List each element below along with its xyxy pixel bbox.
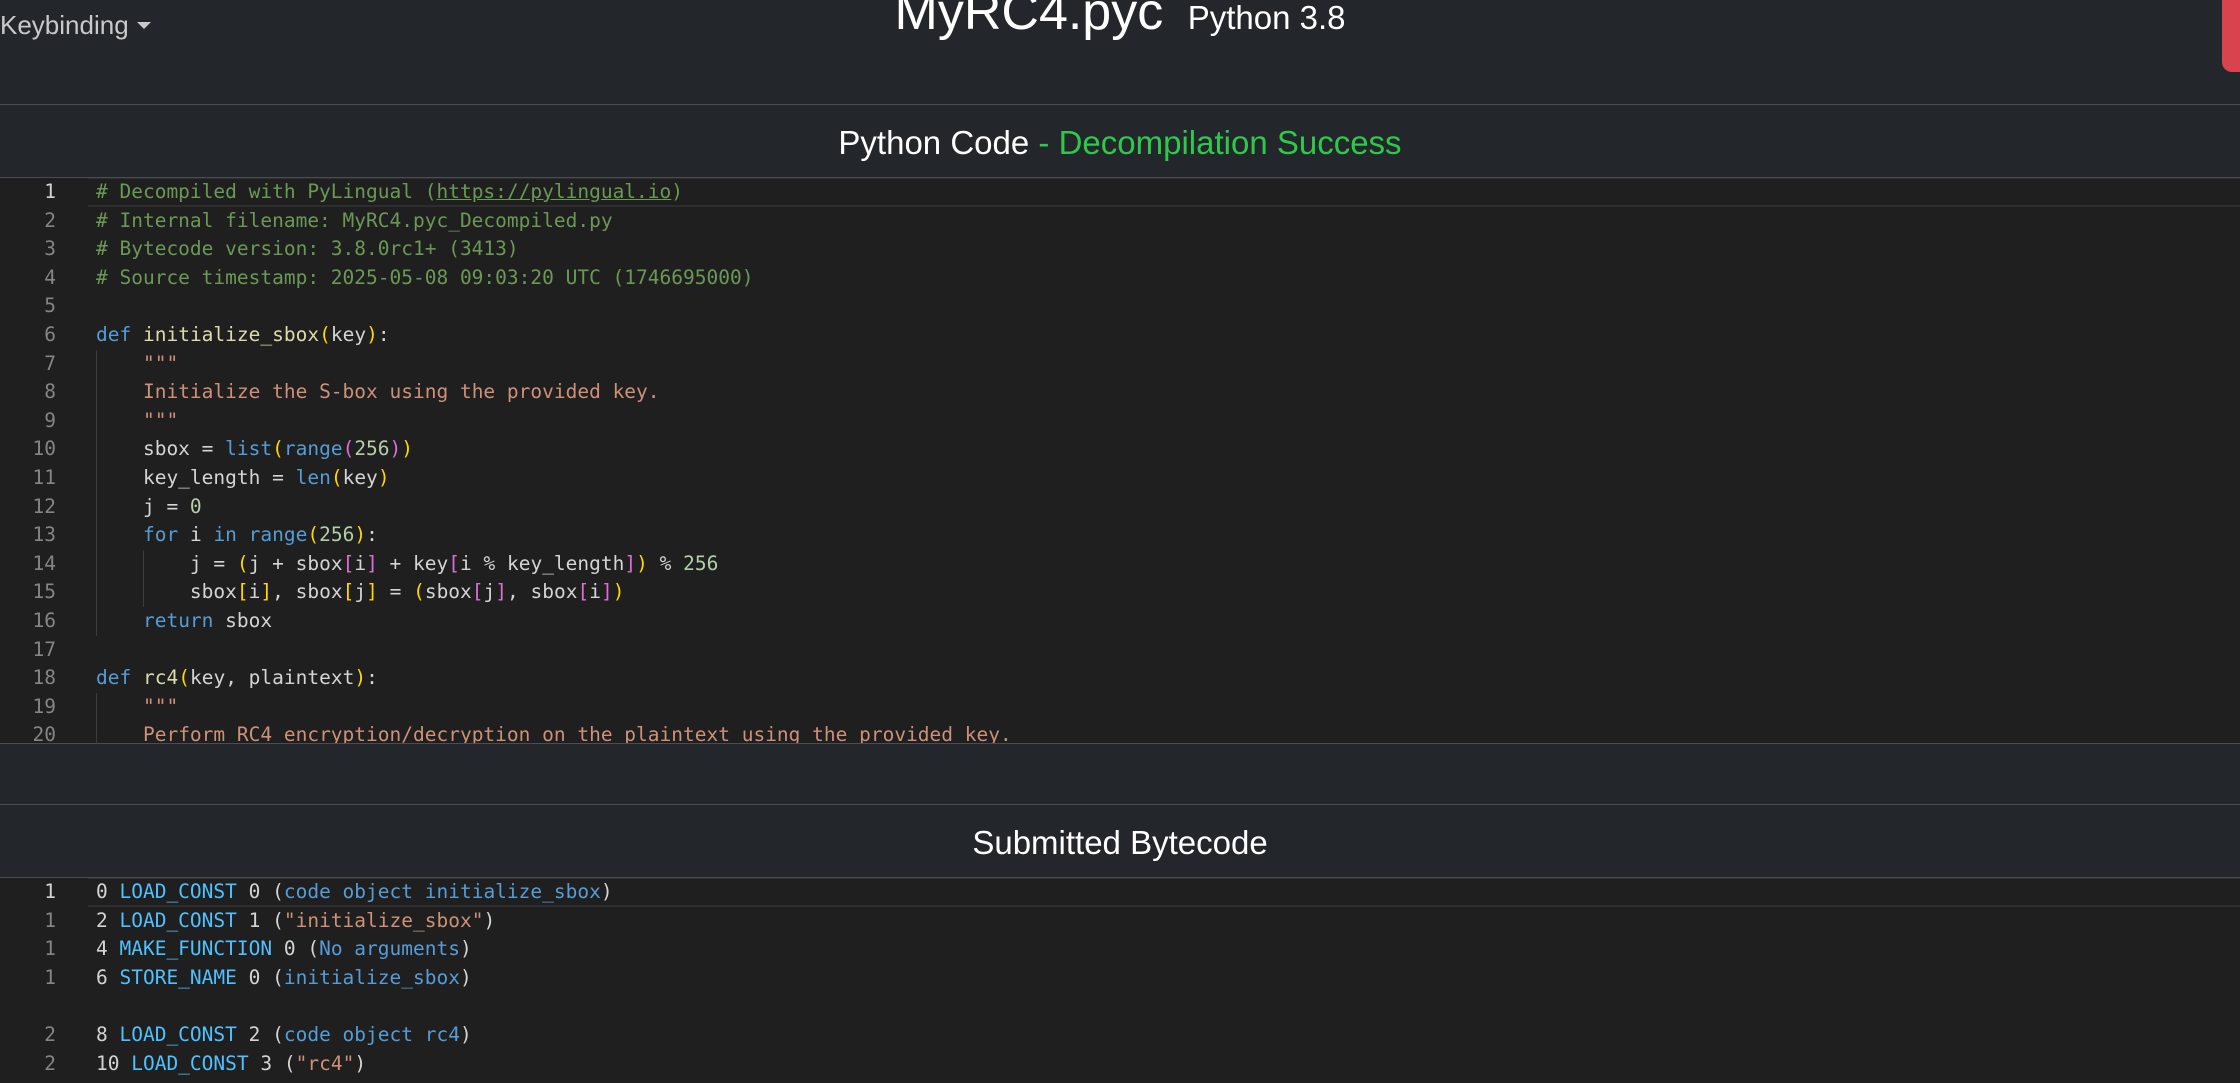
code-line: 15 sbox[i], sbox[j] = (sbox[j], sbox[i]) xyxy=(0,578,2240,607)
code-text: """ xyxy=(142,408,179,432)
code-text: Perform RC4 encryption/decryption on the… xyxy=(142,723,1012,743)
line-number: 1 xyxy=(44,908,56,932)
code-line: 3 # Bytecode version: 3.8.0rc1+ (3413) xyxy=(0,235,2240,264)
python-version: Python 3.8 xyxy=(1187,0,1346,36)
python-code-title: Python Code xyxy=(838,124,1030,161)
code-line: 1 6 STORE_NAME 0 (initialize_sbox) xyxy=(0,964,2240,993)
file-title: MyRC4.pyc xyxy=(894,0,1164,41)
code-line: 12 j = 0 xyxy=(0,492,2240,522)
divider xyxy=(0,804,2240,805)
code-text: j = (j + sbox[i] + key[i % key_length]) … xyxy=(96,551,719,575)
line-number: 17 xyxy=(32,637,56,661)
code-text: 10 LOAD_CONST 3 ("rc4") xyxy=(96,1051,367,1075)
code-text: sbox[i], sbox[j] = (sbox[j], sbox[i]) xyxy=(96,580,625,604)
code-line: 7 """ xyxy=(0,349,2240,379)
code-text: # Bytecode version: 3.8.0rc1+ (3413) xyxy=(96,237,519,261)
line-number: 1 xyxy=(44,880,56,903)
code-line: 10 sbox = list(range(256)) xyxy=(0,435,2240,464)
line-number: 1 xyxy=(44,965,56,989)
code-line: 20 Perform RC4 encryption/decryption on … xyxy=(0,721,2240,743)
line-number: 2 xyxy=(44,1022,56,1046)
code-text: def initialize_sbox(key): xyxy=(96,322,390,346)
code-text: 8 LOAD_CONST 2 (code object rc4) xyxy=(96,1022,472,1046)
feedback-tab[interactable] xyxy=(2222,0,2240,72)
code-line: 17 xyxy=(0,636,2240,665)
line-number: 14 xyxy=(32,551,56,575)
code-line: 9 """ xyxy=(0,406,2240,436)
code-line: 1 # Decompiled with PyLingual (https://py… xyxy=(0,178,2240,207)
code-text: 4 MAKE_FUNCTION 0 (No arguments) xyxy=(96,937,472,961)
code-line: 16 return sbox xyxy=(0,606,2240,636)
code-text: for i in range(256): xyxy=(142,523,378,547)
code-line: 4 # Source timestamp: 2025-05-08 09:03:20… xyxy=(0,264,2240,293)
code-text: def rc4(key, plaintext): xyxy=(96,666,378,690)
bytecode-title: Submitted Bytecode xyxy=(972,824,1268,861)
line-number: 7 xyxy=(44,351,56,375)
code-line: 5 xyxy=(0,292,2240,321)
code-text: 6 STORE_NAME 0 (initialize_sbox) xyxy=(96,965,472,989)
line-number: 19 xyxy=(32,694,56,718)
code-line: 1 0 LOAD_CONST 0 (code object initialize_… xyxy=(0,878,2240,907)
line-number: 10 xyxy=(32,437,56,461)
code-line: 1 2 LOAD_CONST 1 ("initialize_sbox") xyxy=(0,907,2240,936)
code-line: 19 """ xyxy=(0,692,2240,722)
line-number: 3 xyxy=(44,237,56,261)
code-line: 14 j = (j + sbox[i] + key[i % key_length… xyxy=(0,549,2240,579)
line-number: 11 xyxy=(32,465,56,489)
line-number: 12 xyxy=(32,494,56,518)
code-line: 2 10 LOAD_CONST 3 ("rc4") xyxy=(0,1050,2240,1079)
code-line: 8 Initialize the S-box using the provide… xyxy=(0,378,2240,407)
line-number: 6 xyxy=(44,322,56,346)
code-text: j = 0 xyxy=(96,494,202,518)
code-text: Initialize the S-box using the provided … xyxy=(142,380,660,404)
line-number: 18 xyxy=(32,666,56,690)
bytecode-header: Submitted Bytecode xyxy=(0,824,2240,862)
code-text: # Decompiled with PyLingual (https://pyl… xyxy=(96,180,684,203)
code-text: sbox = list(range(256)) xyxy=(96,437,414,461)
code-text: # Internal filename: MyRC4.pyc_Decompile… xyxy=(96,208,613,232)
code-line: 13 for i in range(256): xyxy=(0,521,2240,550)
code-line: 2 8 LOAD_CONST 2 (code object rc4) xyxy=(0,1021,2240,1050)
top-bar: Keybinding MyRC4.pyc Python 3.8 xyxy=(0,0,2240,105)
code-line: 1 4 MAKE_FUNCTION 0 (No arguments) xyxy=(0,935,2240,964)
code-text: """ xyxy=(142,694,179,718)
code-line: 11 key_length = len(key) xyxy=(0,463,2240,493)
code-text: # Source timestamp: 2025-05-08 09:03:20 … xyxy=(96,265,754,289)
page-title: MyRC4.pyc Python 3.8 xyxy=(0,0,2240,42)
line-number: 1 xyxy=(44,937,56,961)
code-text: key_length = len(key) xyxy=(96,465,390,489)
bytecode-editor[interactable]: 1 0 LOAD_CONST 0 (code object initialize_… xyxy=(0,878,2240,1083)
python-code-header: Python Code - Decompilation Success xyxy=(0,124,2240,162)
line-number: 4 xyxy=(44,265,56,289)
line-number: 13 xyxy=(32,523,56,547)
line-number: 15 xyxy=(32,580,56,604)
line-number: 8 xyxy=(44,380,56,404)
python-code-editor[interactable]: 1 # Decompiled with PyLingual (https://py… xyxy=(0,178,2240,743)
line-number: 2 xyxy=(44,208,56,232)
line-number: 16 xyxy=(32,608,56,632)
divider xyxy=(0,743,2240,744)
line-number: 9 xyxy=(44,408,56,432)
code-text: """ xyxy=(142,351,179,375)
code-line: 6 def initialize_sbox(key): xyxy=(0,321,2240,350)
decompilation-status: - Decompilation Success xyxy=(1038,124,1402,161)
line-number: 5 xyxy=(44,294,56,318)
line-number: 20 xyxy=(32,723,56,743)
line-number: 2 xyxy=(44,1051,56,1075)
code-line: 2 # Internal filename: MyRC4.pyc_Decompil… xyxy=(0,207,2240,236)
code-text: return sbox xyxy=(142,608,273,632)
code-line: 18 def rc4(key, plaintext): xyxy=(0,664,2240,693)
code-text: 0 LOAD_CONST 0 (code object initialize_s… xyxy=(96,880,613,903)
line-number: 1 xyxy=(44,180,56,203)
code-text: 2 LOAD_CONST 1 ("initialize_sbox") xyxy=(96,908,496,932)
